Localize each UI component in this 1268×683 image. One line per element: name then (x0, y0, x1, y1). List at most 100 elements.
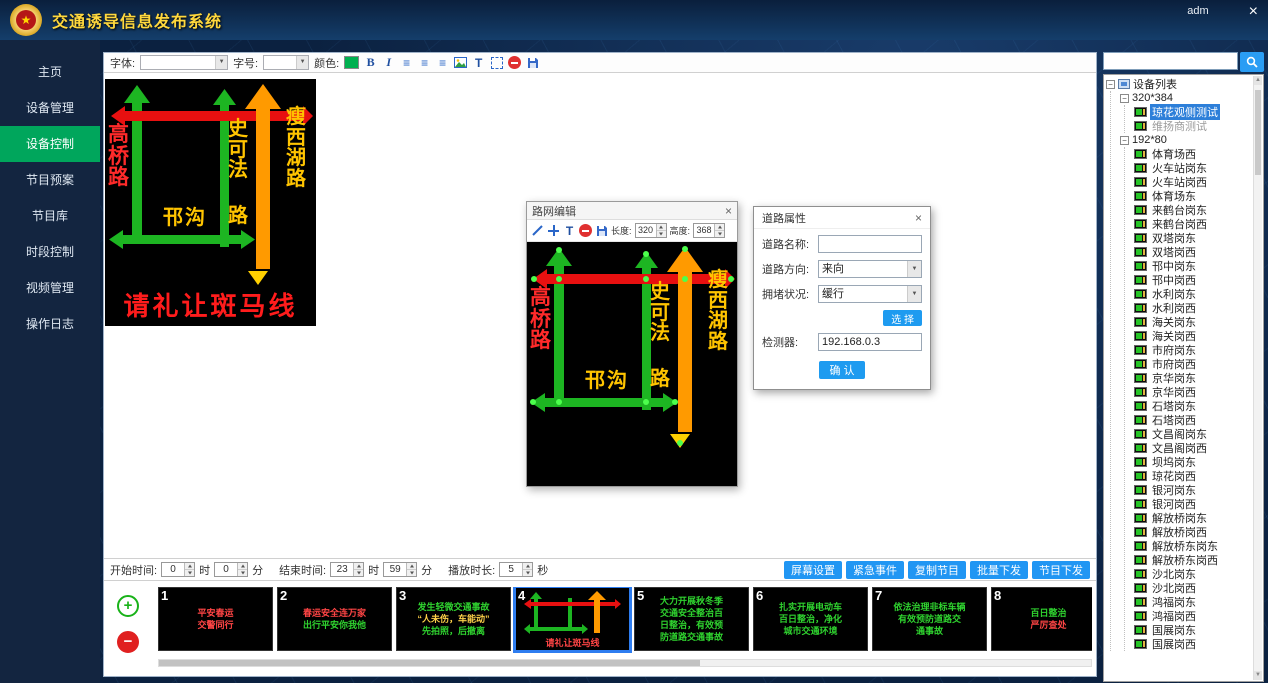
device-tree-item[interactable]: 体育场东 (1134, 189, 1252, 203)
device-tree-item[interactable]: 石塔岗西 (1134, 413, 1252, 427)
device-tree-item[interactable]: 鸿福岗东 (1134, 595, 1252, 609)
nav-item[interactable]: 视频管理 (0, 270, 100, 306)
action-button[interactable]: 批量下发 (970, 561, 1028, 579)
duration-input[interactable]: 5 (499, 562, 533, 577)
user-label[interactable]: adm (1187, 5, 1208, 17)
device-tree-item[interactable]: 邗中岗西 (1134, 273, 1252, 287)
device-tree-item[interactable]: 石塔岗东 (1134, 399, 1252, 413)
collapse-icon[interactable]: − (1106, 80, 1115, 89)
device-tree-item[interactable]: 文昌阁岗东 (1134, 427, 1252, 441)
end-minute-input[interactable]: 59 (383, 562, 417, 577)
playlist-item[interactable]: 1 (158, 587, 273, 651)
device-tree-item[interactable]: 水利岗西 (1134, 301, 1252, 315)
remove-program-button[interactable]: − (117, 631, 139, 653)
device-tree-item[interactable]: 来鹤台岗东 (1134, 203, 1252, 217)
device-tree-item[interactable]: 文昌阁岗西 (1134, 441, 1252, 455)
close-icon[interactable]: × (725, 204, 732, 218)
device-tree-item[interactable]: 海关岗东 (1134, 315, 1252, 329)
text-tool-icon[interactable]: T (472, 55, 485, 70)
scroll-down-icon[interactable]: ▼ (1254, 671, 1262, 680)
device-tree-item[interactable]: 京华岗东 (1134, 371, 1252, 385)
nav-item[interactable]: 主页 (0, 54, 100, 90)
search-button[interactable] (1240, 52, 1264, 72)
nav-item[interactable]: 时段控制 (0, 234, 100, 270)
tree-group-label[interactable]: 320*384 (1132, 92, 1173, 104)
nav-item[interactable]: 操作日志 (0, 306, 100, 342)
italic-icon[interactable]: I (382, 55, 395, 70)
detector-input[interactable]: 192.168.0.3 (818, 333, 922, 351)
draw-line-icon[interactable] (531, 223, 544, 238)
device-tree-item[interactable]: 火车站岗东 (1134, 161, 1252, 175)
scrollbar-thumb[interactable] (1255, 90, 1261, 175)
device-tree-item[interactable]: 银河岗东 (1134, 483, 1252, 497)
device-tree-item[interactable]: 鸿福岗西 (1134, 609, 1252, 623)
collapse-icon[interactable]: − (1120, 136, 1129, 145)
action-button[interactable]: 紧急事件 (846, 561, 904, 579)
nav-item[interactable]: 设备控制 (0, 126, 100, 162)
save-icon[interactable] (526, 55, 539, 70)
action-button[interactable]: 屏幕设置 (784, 561, 842, 579)
playlist-item[interactable]: 6 (753, 587, 868, 651)
remove-icon[interactable] (579, 223, 592, 238)
color-swatch[interactable] (344, 56, 359, 69)
device-tree-item[interactable]: 邗中岗东 (1134, 259, 1252, 273)
height-input[interactable]: 368 (693, 223, 725, 238)
align-right-icon[interactable]: ≡ (436, 55, 449, 70)
search-input[interactable] (1103, 52, 1238, 70)
nav-item[interactable]: 节目预案 (0, 162, 100, 198)
device-tree-item[interactable]: 沙北岗西 (1134, 581, 1252, 595)
device-tree-item[interactable]: 琼花观侧测试 (1134, 105, 1252, 119)
tree-scrollbar[interactable]: ▲ ▼ (1253, 76, 1262, 680)
device-tree-item[interactable]: 银河岗西 (1134, 497, 1252, 511)
select-button[interactable]: 选 择 (883, 310, 922, 326)
device-tree-item[interactable]: 水利岗东 (1134, 287, 1252, 301)
align-center-icon[interactable]: ≡ (418, 55, 431, 70)
device-tree-item[interactable]: 解放桥岗西 (1134, 525, 1252, 539)
start-hour-input[interactable]: 0 (161, 562, 195, 577)
congestion-select[interactable]: 缓行 ▼ (818, 285, 922, 303)
device-tree-item[interactable]: 双塔岗西 (1134, 245, 1252, 259)
add-program-button[interactable]: + (117, 595, 139, 617)
device-tree-item[interactable]: 来鹤台岗西 (1134, 217, 1252, 231)
device-tree-item[interactable]: 海关岗西 (1134, 329, 1252, 343)
nav-item[interactable]: 节目库 (0, 198, 100, 234)
move-icon[interactable] (547, 223, 560, 238)
length-input[interactable]: 320 (635, 223, 667, 238)
device-tree-item[interactable]: 体育场西 (1134, 147, 1252, 161)
road-direction-select[interactable]: 来向 ▼ (818, 260, 922, 278)
playlist-item[interactable]: 2 (277, 587, 392, 651)
close-icon[interactable]: × (915, 211, 922, 225)
remove-icon[interactable] (508, 55, 521, 70)
scroll-up-icon[interactable]: ▲ (1254, 76, 1262, 85)
start-minute-input[interactable]: 0 (214, 562, 248, 577)
device-tree-item[interactable]: 沙北岗东 (1134, 567, 1252, 581)
device-tree-item[interactable]: 市府岗西 (1134, 357, 1252, 371)
playlist-item[interactable]: 8 (991, 587, 1092, 651)
font-select[interactable]: ▼ (140, 55, 228, 70)
playlist-item[interactable]: 5 (634, 587, 749, 651)
device-tree-item[interactable]: 火车站岗西 (1134, 175, 1252, 189)
action-button[interactable]: 复制节目 (908, 561, 966, 579)
end-hour-input[interactable]: 23 (330, 562, 364, 577)
playlist-item[interactable]: 3 (396, 587, 511, 651)
device-tree-item[interactable]: 解放桥东岗东 (1134, 539, 1252, 553)
device-tree-item[interactable]: 维扬商测试 (1134, 119, 1252, 133)
device-tree-item[interactable]: 琼花岗西 (1134, 469, 1252, 483)
playlist-item[interactable]: 7 (872, 587, 987, 651)
bold-icon[interactable]: B (364, 55, 377, 70)
tree-group-label[interactable]: 192*80 (1132, 134, 1167, 146)
device-tree-item[interactable]: 市府岗东 (1134, 343, 1252, 357)
road-name-input[interactable] (818, 235, 922, 253)
playlist-scrollbar[interactable] (158, 659, 1092, 667)
device-tree-item[interactable]: 国展岗西 (1134, 637, 1252, 651)
size-select[interactable]: ▼ (263, 55, 309, 70)
nav-item[interactable]: 设备管理 (0, 90, 100, 126)
road-network-canvas[interactable]: 高桥路 史可法 路 邗沟 瘦西湖路 (527, 242, 737, 486)
scrollbar-thumb[interactable] (159, 660, 700, 666)
collapse-icon[interactable]: − (1120, 94, 1129, 103)
playlist-item[interactable]: 4 (515, 587, 630, 651)
device-tree-item[interactable]: 解放桥东岗西 (1134, 553, 1252, 567)
confirm-button[interactable]: 确 认 (819, 361, 864, 379)
frame-icon[interactable] (490, 55, 503, 70)
device-tree-item[interactable]: 坝坞岗东 (1134, 455, 1252, 469)
